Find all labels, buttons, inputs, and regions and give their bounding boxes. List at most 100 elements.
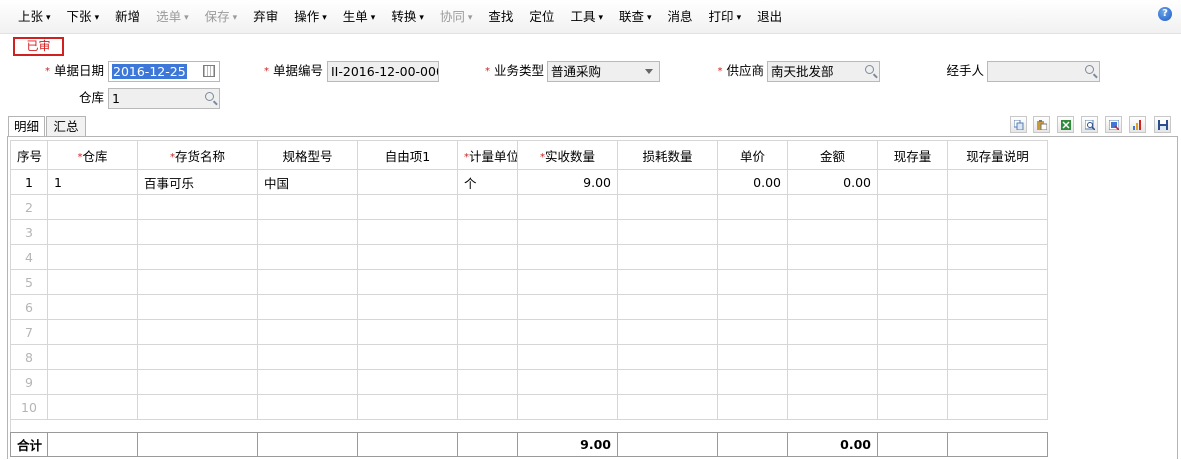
table-cell[interactable] (787, 244, 878, 270)
table-cell[interactable] (877, 319, 948, 345)
table-cell[interactable] (787, 294, 878, 320)
table-cell[interactable] (357, 394, 458, 420)
table-cell[interactable] (47, 244, 138, 270)
column-header[interactable]: 现存量 (877, 140, 948, 170)
toolbar-item-7[interactable]: 生单 ▾ (335, 9, 384, 27)
table-cell[interactable] (257, 369, 358, 395)
table-row[interactable]: 10 (10, 394, 1048, 420)
chevron-down-icon[interactable] (645, 69, 653, 74)
table-cell[interactable] (617, 219, 718, 245)
table-cell[interactable] (787, 394, 878, 420)
warehouse-field[interactable]: 1 (108, 88, 220, 109)
table-cell[interactable] (877, 244, 948, 270)
table-cell[interactable] (47, 344, 138, 370)
toolbar-item-10[interactable]: 查找 (480, 9, 521, 27)
table-cell[interactable] (877, 294, 948, 320)
table-cell[interactable] (357, 269, 458, 295)
table-cell[interactable] (357, 319, 458, 345)
table-row[interactable]: 7 (10, 319, 1048, 345)
table-cell[interactable] (457, 294, 518, 320)
table-cell[interactable] (457, 394, 518, 420)
table-cell[interactable] (617, 369, 718, 395)
table-row[interactable]: 9 (10, 369, 1048, 395)
table-cell[interactable] (47, 219, 138, 245)
toolbar-item-0[interactable]: 上张 ▾ (10, 9, 59, 27)
table-cell[interactable] (877, 344, 948, 370)
table-cell[interactable] (457, 194, 518, 220)
table-cell[interactable] (877, 169, 948, 195)
table-cell[interactable] (357, 369, 458, 395)
table-cell[interactable] (787, 319, 878, 345)
table-cell[interactable] (787, 194, 878, 220)
copy-icon[interactable] (1010, 116, 1027, 133)
toolbar-item-11[interactable]: 定位 (521, 9, 562, 27)
table-row[interactable]: 3 (10, 219, 1048, 245)
toolbar-item-2[interactable]: 新增 (107, 9, 148, 27)
table-cell[interactable] (877, 269, 948, 295)
table-cell[interactable] (257, 344, 358, 370)
table-cell[interactable] (357, 294, 458, 320)
save-layout-icon[interactable] (1154, 116, 1171, 133)
table-cell[interactable] (717, 319, 788, 345)
tab-detail[interactable]: 明细 (8, 116, 45, 137)
excel-export-icon[interactable] (1057, 116, 1074, 133)
table-cell[interactable] (877, 194, 948, 220)
table-cell[interactable] (457, 344, 518, 370)
table-cell[interactable] (517, 269, 618, 295)
table-cell[interactable] (717, 219, 788, 245)
table-cell[interactable] (517, 219, 618, 245)
paste-icon[interactable] (1033, 116, 1050, 133)
table-cell[interactable] (357, 194, 458, 220)
toolbar-item-14[interactable]: 消息 (660, 9, 701, 27)
table-cell[interactable]: 1 (47, 169, 138, 195)
calendar-icon[interactable] (203, 65, 215, 77)
toolbar-item-12[interactable]: 工具 ▾ (562, 9, 611, 27)
doc-no-field[interactable]: II-2016-12-00-0002 (327, 61, 439, 82)
column-header[interactable]: 规格型号 (257, 140, 358, 170)
table-cell[interactable] (947, 194, 1048, 220)
table-cell[interactable] (787, 344, 878, 370)
table-cell[interactable] (457, 319, 518, 345)
table-cell[interactable] (717, 194, 788, 220)
table-cell[interactable] (947, 369, 1048, 395)
table-cell[interactable]: 百事可乐 (137, 169, 258, 195)
table-cell[interactable] (517, 294, 618, 320)
table-cell[interactable] (357, 169, 458, 195)
supplier-field[interactable]: 南天批发部 (767, 61, 880, 82)
table-cell[interactable] (457, 219, 518, 245)
table-cell[interactable] (47, 269, 138, 295)
table-cell[interactable] (517, 369, 618, 395)
toolbar-item-13[interactable]: 联查 ▾ (611, 9, 660, 27)
search-icon[interactable] (865, 65, 874, 74)
table-cell[interactable] (137, 269, 258, 295)
column-header[interactable]: 金额 (787, 140, 878, 170)
table-cell[interactable] (717, 294, 788, 320)
table-cell[interactable] (787, 369, 878, 395)
table-cell[interactable] (717, 394, 788, 420)
table-cell[interactable] (517, 344, 618, 370)
column-header[interactable]: 单价 (717, 140, 788, 170)
table-cell[interactable] (137, 344, 258, 370)
table-cell[interactable] (517, 319, 618, 345)
table-cell[interactable] (257, 219, 358, 245)
table-cell[interactable] (947, 344, 1048, 370)
toolbar-item-8[interactable]: 转换 ▾ (383, 9, 432, 27)
table-cell[interactable] (137, 219, 258, 245)
column-header[interactable]: 现存量说明 (947, 140, 1048, 170)
table-row[interactable]: 5 (10, 269, 1048, 295)
table-cell[interactable] (257, 319, 358, 345)
toolbar-item-9[interactable]: 协同 ▾ (432, 9, 481, 27)
table-cell[interactable] (517, 194, 618, 220)
column-header[interactable]: *计量单位 (457, 140, 518, 170)
table-cell[interactable] (947, 319, 1048, 345)
table-cell[interactable] (137, 244, 258, 270)
table-cell[interactable]: 0.00 (787, 169, 878, 195)
table-cell[interactable] (617, 344, 718, 370)
table-cell[interactable] (137, 194, 258, 220)
table-cell[interactable] (877, 394, 948, 420)
table-cell[interactable] (947, 244, 1048, 270)
handler-field[interactable] (987, 61, 1100, 82)
table-cell[interactable] (257, 394, 358, 420)
table-cell[interactable] (617, 194, 718, 220)
table-cell[interactable] (717, 369, 788, 395)
